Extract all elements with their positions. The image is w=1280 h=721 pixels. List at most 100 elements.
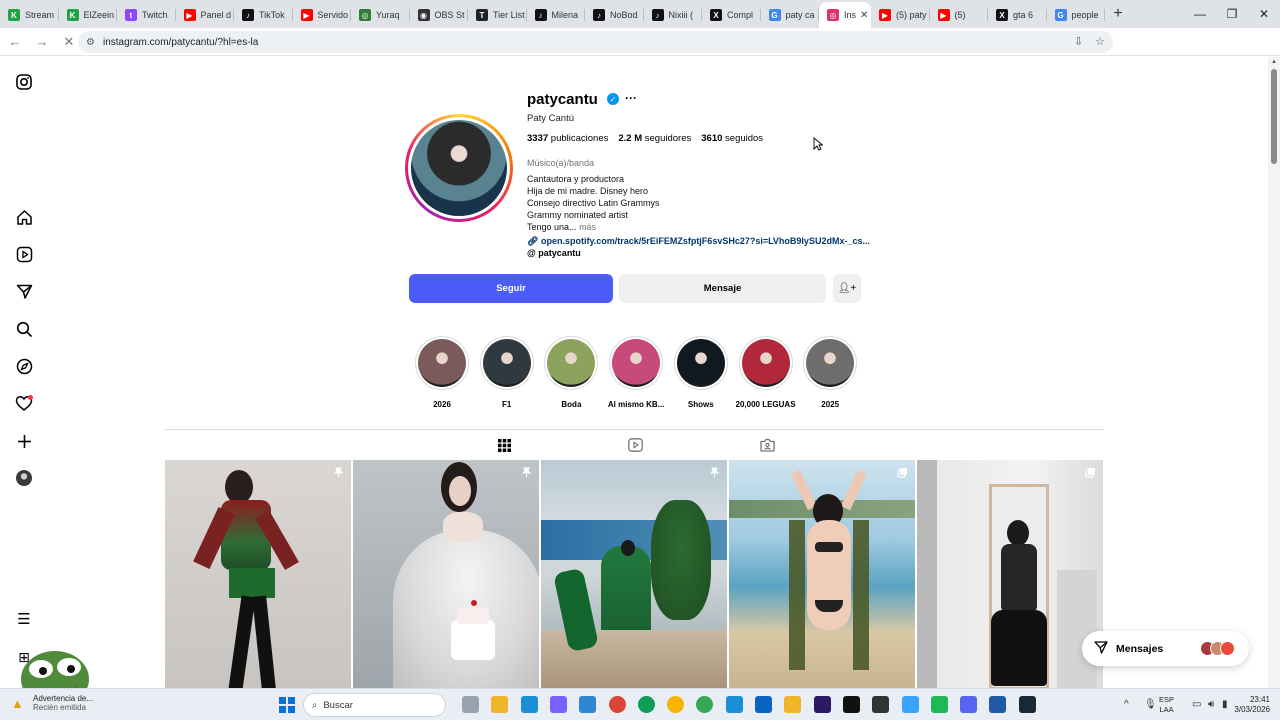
microphone-icon[interactable]: 🎙︎ — [1144, 699, 1157, 710]
highlight-item[interactable]: Shows — [671, 336, 731, 409]
snipping-tool-icon[interactable] — [579, 696, 597, 713]
browser-tab[interactable]: K Stream — [0, 2, 59, 28]
spotify-icon[interactable] — [930, 696, 948, 713]
reels-icon[interactable] — [14, 244, 34, 264]
chrome-icon[interactable] — [608, 696, 626, 713]
notification-warning[interactable]: ▲ Advertencia de... Recién emitida — [11, 694, 93, 712]
windows-start-icon[interactable] — [279, 697, 295, 713]
browser-tab[interactable]: ▶ (5) — [930, 2, 989, 28]
site-info-icon[interactable]: ⚙ — [86, 37, 95, 48]
profile-avatar-nav-icon[interactable] — [14, 468, 34, 488]
highlight-item[interactable]: 20,000 LEGUAS — [736, 336, 796, 409]
close-tab-icon[interactable]: ✕ — [860, 10, 868, 21]
address-bar[interactable]: ⚙ instagram.com/patycantu/?hl=es-la ⇩ ☆ — [78, 31, 1113, 53]
restore-button[interactable]: ❐ — [1216, 0, 1248, 28]
new-tab-button[interactable]: + — [1105, 1, 1131, 27]
obs-icon[interactable] — [872, 696, 890, 713]
browser-tab[interactable]: Gpeople — [1047, 2, 1106, 28]
follow-button[interactable]: Seguir — [409, 274, 613, 303]
forward-button[interactable]: → — [30, 30, 54, 54]
instagram-logo-icon[interactable] — [14, 72, 34, 92]
copilot-icon[interactable] — [549, 696, 567, 713]
followers-stat[interactable]: 2.2 M seguidores — [618, 133, 691, 144]
browser-tab[interactable]: X Compl — [702, 2, 761, 28]
file-explorer-icon[interactable] — [462, 696, 479, 713]
close-window-button[interactable]: ✕ — [1248, 0, 1280, 28]
bookmark-star-icon[interactable]: ☆ — [1095, 35, 1105, 48]
browser-tab[interactable]: ▶ Panel d — [176, 2, 235, 28]
tray-overflow-icon[interactable]: ^ — [1124, 699, 1129, 710]
highlight-item[interactable]: 2025 — [800, 336, 860, 409]
network-icon[interactable]: ▭ — [1192, 699, 1201, 710]
calculator-icon[interactable] — [989, 696, 1007, 713]
browser-tab[interactable]: ♪ NoBod — [585, 2, 644, 28]
install-app-icon[interactable]: ⇩ — [1074, 35, 1083, 48]
scroll-up-icon[interactable]: ▲ — [1271, 59, 1277, 65]
tab-posts[interactable] — [494, 436, 514, 454]
explore-icon[interactable] — [14, 356, 34, 376]
messages-floating-button[interactable]: Mensajes — [1082, 631, 1249, 666]
notifications-heart-icon[interactable] — [14, 393, 34, 413]
minimize-button[interactable]: — — [1184, 0, 1216, 28]
vpn-icon[interactable] — [901, 696, 919, 713]
chatgpt-icon[interactable] — [725, 696, 743, 713]
post-thumbnail[interactable] — [541, 460, 727, 688]
messages-label: Mensajes — [1116, 642, 1164, 655]
taskbar-search-box[interactable]: ⌕ Buscar — [303, 693, 446, 717]
folder-icon[interactable] — [491, 696, 509, 713]
post-thumbnail[interactable] — [917, 460, 1103, 688]
capcut-icon[interactable] — [842, 696, 860, 713]
profile-avatar-story-ring[interactable] — [405, 114, 513, 222]
tab-reels[interactable] — [625, 436, 645, 454]
message-button[interactable]: Mensaje — [619, 274, 826, 303]
home-icon[interactable] — [14, 207, 34, 227]
threads-link[interactable]: @ patycantu — [527, 248, 581, 258]
browser-tab[interactable]: Gpaty ca — [761, 2, 820, 28]
edge-icon[interactable] — [520, 696, 538, 713]
browser-tab[interactable]: T Tier List — [468, 2, 527, 28]
file-manager-icon[interactable] — [784, 696, 802, 713]
discord-icon[interactable] — [960, 696, 978, 713]
following-stat[interactable]: 3610 seguidos — [701, 133, 763, 144]
browser-tab[interactable]: K ElZeein — [59, 2, 118, 28]
page-scrollbar[interactable]: ▲ — [1268, 57, 1280, 688]
direct-messages-icon[interactable] — [14, 281, 34, 301]
browser-tab[interactable]: ♪ TikTok — [234, 2, 293, 28]
bio-more-link[interactable]: más — [579, 222, 596, 232]
suggested-accounts-button[interactable]: 👤︎+ — [833, 274, 861, 303]
browser-tab[interactable]: ◎ Yuraq — [351, 2, 410, 28]
post-thumbnail[interactable] — [729, 460, 915, 688]
chrome-alt-icon[interactable] — [696, 696, 714, 713]
back-button[interactable]: ← — [3, 30, 27, 54]
browser-tab[interactable]: Xgta 6 — [988, 2, 1047, 28]
browser-tab[interactable]: ◉ OBS St — [410, 2, 469, 28]
post-thumbnail[interactable] — [165, 460, 351, 688]
profile-external-link[interactable]: 🔗︎ open.spotify.com/track/5rEiFEMZsfptjF… — [527, 236, 870, 247]
highlight-item[interactable]: 2026 — [412, 336, 472, 409]
steam-icon[interactable] — [1018, 696, 1036, 713]
browser-tab[interactable]: ▶ Servido — [293, 2, 352, 28]
system-clock[interactable]: 23:41 3/03/2026 — [1230, 695, 1270, 715]
more-menu-icon[interactable]: ☰ — [14, 609, 34, 629]
chrome-profile-icon[interactable] — [637, 696, 655, 713]
browser-tab[interactable]: ▶ (5) paty — [871, 2, 930, 28]
highlight-item[interactable]: Boda — [541, 336, 601, 409]
battery-icon[interactable]: ▮ — [1222, 699, 1228, 710]
outlook-icon[interactable] — [755, 696, 772, 713]
options-more-icon[interactable]: ··· — [625, 91, 637, 105]
tab-tagged[interactable] — [757, 436, 777, 454]
create-post-icon[interactable] — [14, 431, 34, 451]
post-thumbnail[interactable] — [353, 460, 539, 688]
highlight-item[interactable]: F1 — [477, 336, 537, 409]
browser-tab[interactable]: ◎ Ins ✕ — [819, 2, 871, 28]
browser-tab[interactable]: ♪ Milena — [527, 2, 586, 28]
highlight-item[interactable]: Al mismo KB... — [606, 336, 666, 409]
browser-tab[interactable]: ♪ Nixiii ( — [644, 2, 703, 28]
browser-tab[interactable]: t Twitch — [117, 2, 176, 28]
premiere-icon[interactable] — [813, 696, 831, 713]
chrome-active-icon[interactable] — [667, 696, 685, 713]
language-indicator[interactable]: ESP LAA — [1159, 695, 1174, 715]
volume-icon[interactable]: 🔊︎ — [1208, 699, 1214, 710]
scrollbar-thumb[interactable] — [1271, 69, 1277, 164]
search-icon[interactable] — [14, 319, 34, 339]
